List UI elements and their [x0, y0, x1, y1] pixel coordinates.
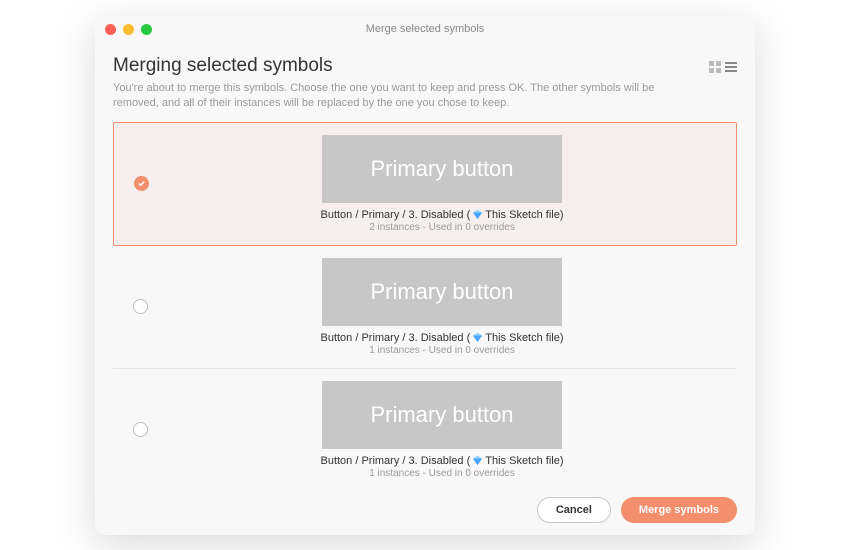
symbol-body: Primary button Button / Primary / 3. Disa…	[156, 135, 728, 233]
grid-view-icon[interactable]	[709, 61, 721, 73]
symbol-meta: 1 instances - Used in 0 overrides	[369, 345, 515, 356]
symbol-path-prefix: Button / Primary / 3. Disabled (	[320, 332, 470, 344]
radio-unchecked-icon[interactable]	[133, 422, 148, 437]
symbol-path-suffix: This Sketch file)	[485, 332, 563, 344]
symbol-body: Primary button Button / Primary / 3. Disa…	[155, 381, 729, 479]
symbol-path: Button / Primary / 3. Disabled ( This Sk…	[320, 209, 563, 221]
cancel-button[interactable]: Cancel	[537, 497, 611, 523]
window-title: Merge selected symbols	[95, 23, 755, 35]
list-view-icon[interactable]	[725, 61, 737, 73]
symbol-row[interactable]: Primary button Button / Primary / 3. Disa…	[113, 122, 737, 246]
symbol-path-prefix: Button / Primary / 3. Disabled (	[320, 455, 470, 467]
radio-unchecked-icon[interactable]	[133, 299, 148, 314]
radio-col	[125, 422, 155, 437]
symbol-row[interactable]: Primary button Button / Primary / 3. Disa…	[113, 246, 737, 369]
symbol-path-prefix: Button / Primary / 3. Disabled (	[320, 209, 470, 221]
symbol-row[interactable]: Primary button Button / Primary / 3. Disa…	[113, 369, 737, 485]
radio-col	[126, 176, 156, 191]
symbol-body: Primary button Button / Primary / 3. Disa…	[155, 258, 729, 356]
symbol-preview: Primary button	[322, 135, 562, 203]
symbol-preview: Primary button	[322, 258, 562, 326]
symbol-path: Button / Primary / 3. Disabled ( This Sk…	[320, 455, 563, 467]
symbol-path-suffix: This Sketch file)	[485, 209, 563, 221]
diamond-icon	[472, 332, 483, 343]
merge-window: Merge selected symbols Merging selected …	[95, 15, 755, 535]
symbol-path: Button / Primary / 3. Disabled ( This Sk…	[320, 332, 563, 344]
page-title: Merging selected symbols	[113, 55, 673, 77]
symbol-meta: 2 instances - Used in 0 overrides	[369, 222, 515, 233]
merge-button[interactable]: Merge symbols	[621, 497, 737, 523]
diamond-icon	[472, 209, 483, 220]
footer: Cancel Merge symbols	[95, 485, 755, 535]
symbol-preview: Primary button	[322, 381, 562, 449]
symbol-path-suffix: This Sketch file)	[485, 455, 563, 467]
radio-checked-icon[interactable]	[134, 176, 149, 191]
view-toggle	[709, 61, 737, 73]
titlebar: Merge selected symbols	[95, 15, 755, 43]
diamond-icon	[472, 455, 483, 466]
content-area: Merging selected symbols You're about to…	[95, 43, 755, 485]
radio-col	[125, 299, 155, 314]
symbol-meta: 1 instances - Used in 0 overrides	[369, 468, 515, 479]
page-description: You're about to merge this symbols. Choo…	[113, 81, 673, 112]
symbol-list: Primary button Button / Primary / 3. Disa…	[113, 122, 737, 485]
